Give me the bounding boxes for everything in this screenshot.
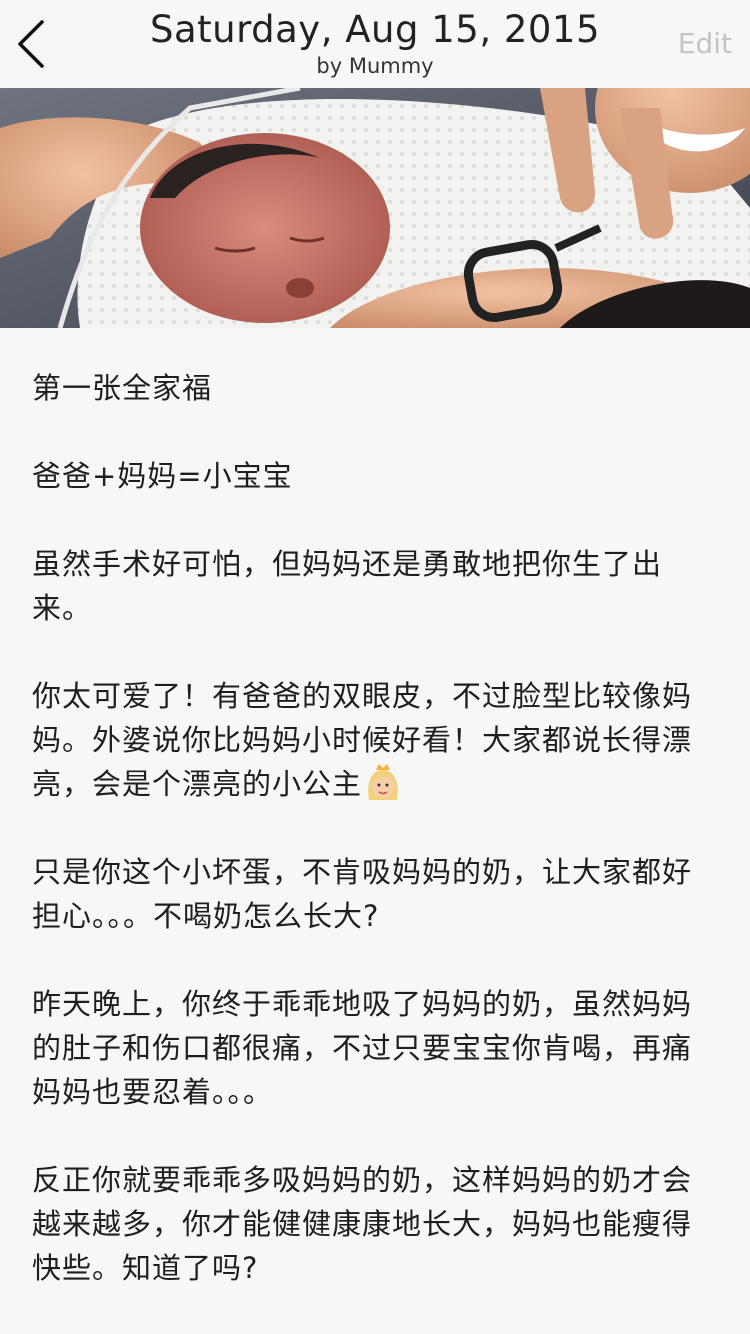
paragraph-text: 你太可爱了！有爸爸的双眼皮，不过脸型比较像妈妈。外婆说你比妈妈小时候好看！大家都… bbox=[32, 679, 693, 801]
paragraph-with-emoji: 你太可爱了！有爸爸的双眼皮，不过脸型比较像妈妈。外婆说你比妈妈小时候好看！大家都… bbox=[32, 674, 718, 806]
princess-emoji-icon bbox=[368, 764, 398, 800]
newborn-photo-image bbox=[0, 88, 750, 328]
navigation-bar: Saturday, Aug 15, 2015 by Mummy Edit bbox=[0, 0, 750, 89]
entry-body[interactable]: 第一张全家福 爸爸+妈妈=小宝宝 虽然手术好可怕，但妈妈还是勇敢地把你生了出来。… bbox=[0, 328, 750, 1334]
paragraph: 虽然手术好可怕，但妈妈还是勇敢地把你生了出来。 bbox=[32, 547, 663, 625]
entry-text: 第一张全家福 爸爸+妈妈=小宝宝 虽然手术好可怕，但妈妈还是勇敢地把你生了出来。… bbox=[0, 328, 750, 1290]
edit-button[interactable]: Edit bbox=[678, 27, 732, 60]
entry-photo[interactable] bbox=[0, 88, 750, 328]
paragraph: 爸爸+妈妈=小宝宝 bbox=[32, 459, 293, 493]
entry-date-title: Saturday, Aug 15, 2015 bbox=[149, 8, 601, 51]
entry-author: by Mummy bbox=[316, 54, 434, 78]
paragraph: 昨天晚上，你终于乖乖地吸了妈妈的奶，虽然妈妈的肚子和伤口都很痛，不过只要宝宝你肯… bbox=[32, 987, 693, 1109]
diary-entry-screen: Saturday, Aug 15, 2015 by Mummy Edit 第一张… bbox=[0, 0, 750, 1334]
paragraph: 反正你就要乖乖多吸妈妈的奶，这样妈妈的奶才会越来越多，你才能健健康康地长大，妈妈… bbox=[32, 1163, 693, 1285]
paragraph: 只是你这个小坏蛋，不肯吸妈妈的奶，让大家都好担心。。。不喝奶怎么长大? bbox=[32, 855, 693, 933]
paragraph: 第一张全家福 bbox=[32, 371, 213, 405]
